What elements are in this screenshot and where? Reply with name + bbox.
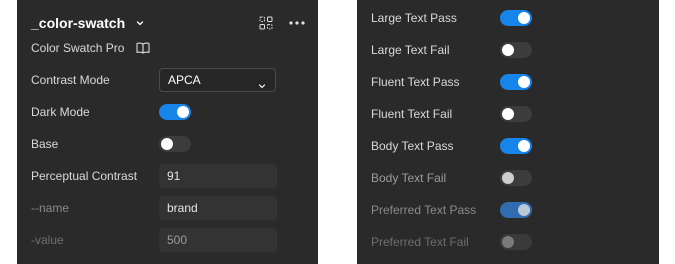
value-row: -value 500 (17, 224, 318, 256)
component-subtitle: Color Swatch Pro (31, 40, 125, 55)
toggle-knob (161, 138, 173, 150)
perceptual-contrast-label: Perceptual Contrast (31, 169, 138, 183)
dark-mode-toggle[interactable] (159, 104, 191, 120)
perceptual-contrast-field[interactable]: 91 (159, 164, 277, 188)
fluent-text-pass-label: Fluent Text Pass (371, 75, 460, 89)
large-text-fail-label: Large Text Fail (371, 43, 450, 57)
large-text-fail-toggle[interactable] (500, 42, 532, 58)
grid-icon[interactable] (257, 14, 275, 32)
toggle-knob (502, 236, 514, 248)
value-label: -value (31, 233, 64, 247)
subtitle-row: Color Swatch Pro (31, 39, 151, 57)
chevron-down-icon (258, 77, 266, 89)
contrast-mode-row: Contrast Mode APCA (17, 64, 318, 96)
component-title[interactable]: _color-swatch (31, 15, 125, 31)
toggle-knob (177, 106, 189, 118)
dark-mode-label: Dark Mode (31, 105, 90, 119)
body-text-fail-toggle[interactable] (500, 170, 532, 186)
value-value: 500 (167, 233, 188, 247)
toggle-knob (518, 76, 530, 88)
base-label: Base (31, 137, 59, 151)
name-row: --name brand (17, 192, 318, 224)
name-value: brand (167, 201, 198, 215)
toggle-knob (502, 44, 514, 56)
properties-panel: _color-swatch Color Swatch Pro Contrast … (17, 0, 318, 264)
toggle-knob (502, 108, 514, 120)
perceptual-contrast-row: Perceptual Contrast 91 (17, 160, 318, 192)
body-text-fail-row: Body Text Fail (357, 162, 659, 194)
large-text-pass-label: Large Text Pass (371, 11, 457, 25)
fluent-text-fail-toggle[interactable] (500, 106, 532, 122)
toggle-knob (518, 12, 530, 24)
dark-mode-row: Dark Mode (17, 96, 318, 128)
fluent-text-pass-toggle[interactable] (500, 74, 532, 90)
toggle-knob (518, 204, 530, 216)
body-text-pass-label: Body Text Pass (371, 139, 454, 153)
base-row: Base (17, 128, 318, 160)
large-text-pass-toggle[interactable] (500, 10, 532, 26)
fluent-text-fail-label: Fluent Text Fail (371, 107, 453, 121)
value-field[interactable]: 500 (159, 228, 277, 252)
preferred-text-fail-label: Preferred Text Fail (371, 235, 469, 249)
preferred-text-fail-row: Preferred Text Fail (357, 226, 659, 258)
fluent-text-pass-row: Fluent Text Pass (357, 66, 659, 98)
body-text-fail-label: Body Text Fail (371, 171, 447, 185)
large-text-fail-row: Large Text Fail (357, 34, 659, 66)
body-text-pass-row: Body Text Pass (357, 130, 659, 162)
name-label: --name (31, 201, 70, 215)
toggle-knob (518, 140, 530, 152)
chevron-down-icon[interactable] (136, 19, 144, 27)
contrast-mode-select[interactable]: APCA (159, 68, 276, 92)
preferred-text-pass-row: Preferred Text Pass (357, 194, 659, 226)
header-actions (248, 14, 306, 34)
perceptual-contrast-value: 91 (167, 169, 181, 183)
large-text-pass-row: Large Text Pass (357, 2, 659, 34)
contrast-mode-value: APCA (168, 73, 201, 87)
base-toggle[interactable] (159, 136, 191, 152)
fluent-text-fail-row: Fluent Text Fail (357, 98, 659, 130)
name-field[interactable]: brand (159, 196, 277, 220)
more-icon[interactable] (288, 14, 306, 32)
contrast-mode-label: Contrast Mode (31, 73, 110, 87)
component-title-row[interactable]: _color-swatch (31, 14, 144, 34)
book-icon[interactable] (135, 40, 151, 56)
preferred-text-fail-toggle[interactable] (500, 234, 532, 250)
contrast-results-panel: Large Text Pass Large Text Fail Fluent T… (357, 0, 659, 264)
toggle-knob (502, 172, 514, 184)
preferred-text-pass-label: Preferred Text Pass (371, 203, 477, 217)
preferred-text-pass-toggle[interactable] (500, 202, 532, 218)
body-text-pass-toggle[interactable] (500, 138, 532, 154)
